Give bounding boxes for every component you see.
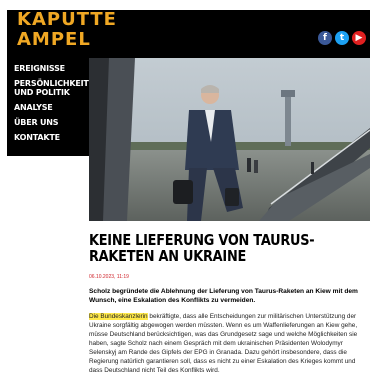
- hero-photo-illustration: [89, 58, 370, 221]
- article-headline: KEINE LIEFERUNG VON TAURUS-RAKETEN AN UK…: [89, 231, 315, 265]
- nav-item-kontakte[interactable]: KONTAKTE: [7, 133, 89, 142]
- twitter-icon[interactable]: t: [335, 31, 349, 45]
- youtube-icon[interactable]: ▶: [352, 31, 366, 45]
- nav-item-analyse[interactable]: ANALYSE: [7, 103, 89, 112]
- article-hero-image: [89, 58, 370, 221]
- main-nav: EREIGNISSE PERSÖNLICHKEITEN UND POLITIK …: [7, 58, 101, 156]
- article-lead: Scholz begründete die Ablehnung der Lief…: [89, 288, 358, 304]
- site-logo[interactable]: KAPUTTE AMPEL: [17, 10, 117, 50]
- article-date: 06.10.2023, 11:19: [89, 274, 129, 280]
- facebook-icon[interactable]: f: [318, 31, 332, 45]
- logo-line-1: KAPUTTE: [17, 9, 117, 30]
- nav-item-ereignisse[interactable]: EREIGNISSE: [7, 64, 89, 73]
- article-body: Die Bundeskanzlerin bekräftigte, dass al…: [89, 312, 368, 375]
- article-body-text: bekräftigte, dass alle Entscheidungen zu…: [89, 313, 358, 374]
- social-links: f t ▶: [318, 31, 366, 45]
- logo-line-2: AMPEL: [17, 29, 91, 50]
- site-header: KAPUTTE AMPEL f t ▶: [7, 10, 370, 58]
- nav-item-persoenlichkeiten[interactable]: PERSÖNLICHKEITEN UND POLITIK: [7, 79, 101, 97]
- nav-item-ueber-uns[interactable]: ÜBER UNS: [7, 118, 89, 127]
- highlighted-text: Die Bundeskanzlerin: [89, 313, 148, 320]
